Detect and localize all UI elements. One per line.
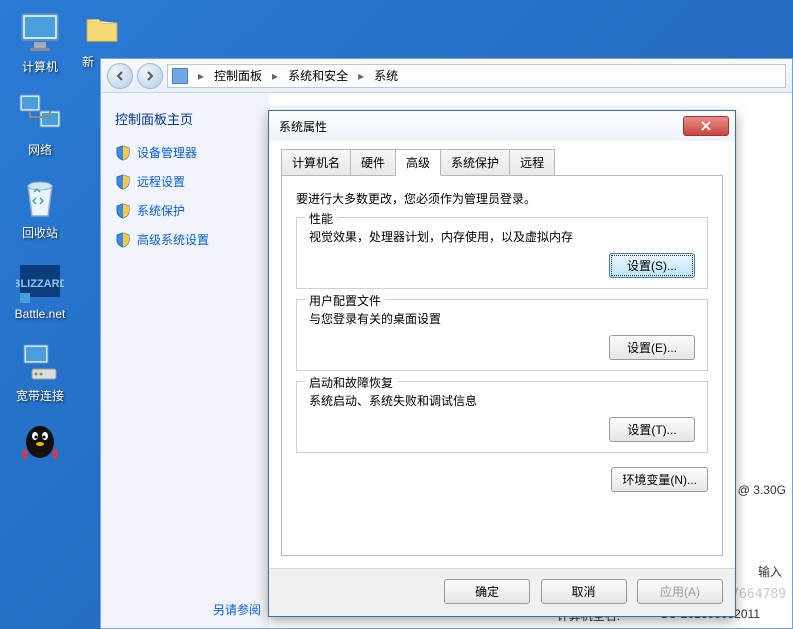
desktop-icon-network[interactable]: 网络 <box>0 91 80 158</box>
desktop-icon-label: 回收站 <box>22 224 58 241</box>
recycle-bin-icon <box>16 174 64 222</box>
sidebar-link-remote[interactable]: 远程设置 <box>109 169 261 194</box>
network-icon <box>16 91 64 139</box>
settings-performance-button[interactable]: 设置(S)... <box>609 253 695 278</box>
group-user-profiles: 用户配置文件 与您登录有关的桌面设置 设置(E)... <box>296 299 708 371</box>
shield-icon <box>115 203 131 219</box>
control-panel-icon <box>172 68 188 84</box>
toolbar: ▸ 控制面板 ▸ 系统和安全 ▸ 系统 <box>101 59 792 93</box>
desktop-icon-label: Battle.net <box>15 307 66 321</box>
sidebar-link-protection[interactable]: 系统保护 <box>109 198 261 223</box>
broadband-icon <box>16 337 64 385</box>
close-button[interactable] <box>683 116 729 136</box>
nav-back-button[interactable] <box>107 63 133 89</box>
breadcrumb-item[interactable]: 控制面板 <box>210 65 266 86</box>
cpu-info: J @ 3.30G <box>728 483 786 497</box>
dialog-title: 系统属性 <box>279 118 683 135</box>
tab-hardware[interactable]: 硬件 <box>350 149 396 175</box>
tab-remote[interactable]: 远程 <box>509 149 555 175</box>
apply-button[interactable]: 应用(A) <box>637 579 723 604</box>
breadcrumb-item[interactable]: 系统和安全 <box>284 65 352 86</box>
group-title: 启动和故障恢复 <box>305 374 397 391</box>
desktop-icon-recycle-bin[interactable]: 回收站 <box>0 174 80 241</box>
folder-icon <box>82 8 122 48</box>
desktop-icon-label: 计算机 <box>22 58 58 75</box>
tab-panel-advanced: 要进行大多数更改，您必须作为管理员登录。 性能 视觉效果，处理器计划，内存使用，… <box>281 176 723 556</box>
qq-icon <box>16 416 64 464</box>
nav-forward-button[interactable] <box>137 63 163 89</box>
svg-text:BLIZZARD: BLIZZARD <box>16 278 64 290</box>
sidebar-see-also[interactable]: 另请参阅 <box>213 601 261 618</box>
sidebar-link-advanced[interactable]: 高级系统设置 <box>109 227 261 252</box>
tab-computer-name[interactable]: 计算机名 <box>281 149 351 175</box>
tab-protection[interactable]: 系统保护 <box>440 149 510 175</box>
settings-profiles-button[interactable]: 设置(E)... <box>609 335 695 360</box>
sidebar-link-device-manager[interactable]: 设备管理器 <box>109 140 261 165</box>
sidebar-link-label: 高级系统设置 <box>137 231 209 248</box>
dialog-titlebar[interactable]: 系统属性 <box>269 111 735 141</box>
computer-icon <box>16 8 64 56</box>
group-title: 性能 <box>305 210 337 227</box>
chevron-right-icon: ▸ <box>192 69 210 83</box>
desktop-icon-qq[interactable] <box>0 416 80 464</box>
dialog-body: 计算机名 硬件 高级 系统保护 远程 要进行大多数更改，您必须作为管理员登录。 … <box>269 141 735 568</box>
system-properties-dialog: 系统属性 计算机名 硬件 高级 系统保护 远程 要进行大多数更改，您必须作为管理… <box>268 110 736 617</box>
desktop: 计算机 网络 回收站 BLIZZARD Battle.net 宽带连接 <box>0 0 100 629</box>
desktop-icon-label: 网络 <box>28 141 52 158</box>
sidebar-link-label: 系统保护 <box>137 202 185 219</box>
chevron-right-icon: ▸ <box>352 69 370 83</box>
chevron-right-icon: ▸ <box>266 69 284 83</box>
settings-startup-button[interactable]: 设置(T)... <box>609 417 695 442</box>
group-desc: 与您登录有关的桌面设置 <box>309 310 695 327</box>
tabs: 计算机名 硬件 高级 系统保护 远程 <box>281 149 723 176</box>
sidebar-title: 控制面板主页 <box>109 109 261 128</box>
input-info: 输入 <box>758 563 782 580</box>
desktop-icon-broadband[interactable]: 宽带连接 <box>0 337 80 404</box>
group-startup-recovery: 启动和故障恢复 系统启动、系统失败和调试信息 设置(T)... <box>296 381 708 453</box>
breadcrumb[interactable]: ▸ 控制面板 ▸ 系统和安全 ▸ 系统 <box>167 64 786 88</box>
sidebar-link-label: 远程设置 <box>137 173 185 190</box>
desktop-icon-label: 宽带连接 <box>16 387 64 404</box>
tab-advanced[interactable]: 高级 <box>395 149 441 176</box>
sidebar: 控制面板主页 设备管理器 远程设置 系统保护 高级系统设置 <box>101 93 269 628</box>
cancel-button[interactable]: 取消 <box>541 579 627 604</box>
environment-variables-button[interactable]: 环境变量(N)... <box>611 467 708 492</box>
breadcrumb-item[interactable]: 系统 <box>370 65 402 86</box>
shield-icon <box>115 174 131 190</box>
group-desc: 视觉效果，处理器计划，内存使用，以及虚拟内存 <box>309 228 695 245</box>
group-desc: 系统启动、系统失败和调试信息 <box>309 392 695 409</box>
dialog-footer: 确定 取消 应用(A) <box>269 568 735 616</box>
close-icon <box>701 121 711 131</box>
desktop-icon-computer[interactable]: 计算机 <box>0 8 80 75</box>
admin-note: 要进行大多数更改，您必须作为管理员登录。 <box>296 190 708 207</box>
shield-icon <box>115 145 131 161</box>
desktop-icon-battlenet[interactable]: BLIZZARD Battle.net <box>0 257 80 321</box>
ok-button[interactable]: 确定 <box>444 579 530 604</box>
group-performance: 性能 视觉效果，处理器计划，内存使用，以及虚拟内存 设置(S)... <box>296 217 708 289</box>
shield-icon <box>115 232 131 248</box>
sidebar-link-label: 设备管理器 <box>137 144 197 161</box>
group-title: 用户配置文件 <box>305 292 385 309</box>
battlenet-icon: BLIZZARD <box>16 257 64 305</box>
